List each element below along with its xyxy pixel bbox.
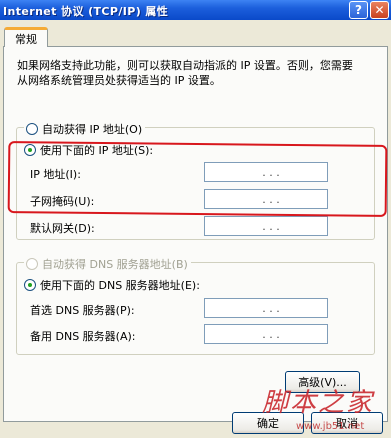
ip-dots: . . . (262, 192, 280, 206)
subnet-mask-input[interactable]: . . . (204, 189, 328, 209)
preferred-dns-label: 首选 DNS 服务器(P): (30, 304, 135, 317)
alternate-dns-input[interactable]: . . . (204, 324, 328, 344)
radio-auto-dns[interactable]: 自动获得 DNS 服务器地址(B) (24, 256, 191, 272)
radio-auto-ip-label: 自动获得 IP 地址(O) (42, 123, 143, 136)
tab-label: 常规 (15, 32, 37, 46)
default-gateway-input[interactable]: . . . (204, 216, 328, 236)
question-mark-icon: ? (355, 3, 362, 17)
radio-circle-icon (26, 123, 38, 135)
alternate-dns-label: 备用 DNS 服务器(A): (30, 330, 136, 343)
window-title: Internet 协议 (TCP/IP) 属性 (3, 5, 169, 18)
radio-selected-icon (24, 144, 36, 156)
site-watermark-url: www.jb51.net (296, 421, 365, 432)
ip-dots: . . . (262, 165, 280, 179)
radio-manual-ip[interactable]: 使用下面的 IP 地址(S): (22, 142, 157, 158)
site-watermark: 脚本之家 (262, 388, 375, 418)
default-gateway-label: 默认网关(D): (30, 222, 95, 235)
ip-address-input[interactable]: . . . (204, 162, 328, 182)
radio-auto-dns-label: 自动获得 DNS 服务器地址(B) (42, 258, 188, 271)
subnet-mask-label: 子网掩码(U): (30, 195, 95, 208)
tab-general[interactable]: 常规 (4, 27, 48, 47)
ip-address-label: IP 地址(I): (30, 168, 81, 181)
ip-dots: . . . (262, 301, 280, 315)
radio-manual-ip-label: 使用下面的 IP 地址(S): (40, 144, 154, 157)
close-icon: ✕ (374, 3, 385, 17)
preferred-dns-input[interactable]: . . . (204, 298, 328, 318)
ip-dots: . . . (262, 327, 280, 341)
title-bar[interactable]: Internet 协议 (TCP/IP) 属性 ? ✕ (0, 0, 391, 20)
radio-manual-dns-label: 使用下面的 DNS 服务器地址(E): (40, 279, 200, 292)
ip-dots: . . . (262, 219, 280, 233)
close-button[interactable]: ✕ (370, 1, 389, 19)
radio-auto-ip[interactable]: 自动获得 IP 地址(O) (24, 121, 146, 137)
description-text: 如果网络支持此功能，则可以获取自动指派的 IP 设置。否则，您需要从网络系统管理… (17, 59, 353, 87)
help-button[interactable]: ? (349, 1, 368, 19)
radio-circle-icon (26, 258, 38, 270)
radio-selected-icon (24, 279, 36, 291)
radio-manual-dns[interactable]: 使用下面的 DNS 服务器地址(E): (22, 277, 203, 293)
